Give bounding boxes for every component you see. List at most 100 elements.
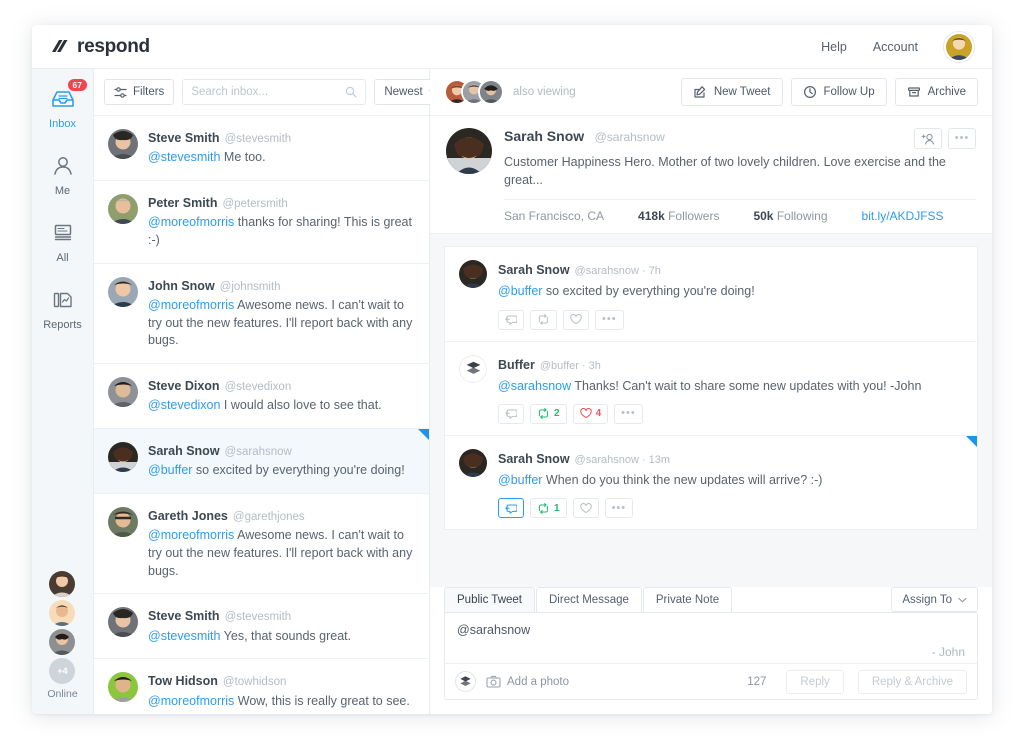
message-text: When do you think the new updates will a… bbox=[542, 473, 822, 487]
online-more-count[interactable]: +4 bbox=[49, 658, 75, 684]
composer-tab[interactable]: Private Note bbox=[643, 587, 732, 612]
online-avatar[interactable] bbox=[49, 629, 75, 655]
profile-link[interactable]: bit.ly/AKDJFSS bbox=[862, 209, 944, 223]
thread-text: I would also love to see that. bbox=[220, 398, 381, 412]
thread-author-handle: @stevesmith bbox=[225, 611, 292, 623]
profile-stats: San Francisco, CA 418k Followers 50k Fol… bbox=[504, 199, 976, 223]
message: Buffer@buffer · 3h@sarahsnow Thanks! Can… bbox=[445, 341, 977, 435]
follow-up-button[interactable]: Follow Up bbox=[791, 78, 887, 106]
message-avatar bbox=[459, 449, 487, 477]
thread-list-item[interactable]: Steve Smith@stevesmith@stevesmith Yes, t… bbox=[94, 594, 429, 659]
profile-bio: Customer Happiness Hero. Mother of two l… bbox=[504, 153, 976, 189]
composer-tab[interactable]: Public Tweet bbox=[444, 587, 535, 612]
sidebar-item-inbox[interactable]: 67 Inbox bbox=[32, 85, 93, 130]
reply-icon-button[interactable] bbox=[498, 498, 524, 518]
thread-list-item[interactable]: Tow Hidson@towhidson@moreofmorris Wow, t… bbox=[94, 659, 429, 714]
buffer-icon-button[interactable] bbox=[455, 671, 476, 692]
online-avatar[interactable] bbox=[49, 600, 75, 626]
reply-archive-button[interactable]: Reply & Archive bbox=[858, 670, 967, 694]
thread-avatar bbox=[108, 377, 138, 407]
reply-icon-button[interactable] bbox=[498, 404, 524, 424]
thread-body: Steve Smith@stevesmith@stevesmith Me too… bbox=[148, 128, 415, 167]
follow-up-label: Follow Up bbox=[824, 86, 875, 98]
retweet-button[interactable]: 1 bbox=[530, 498, 567, 518]
thread-author-handle: @garethjones bbox=[233, 511, 305, 523]
thread-mention[interactable]: @moreofmorris bbox=[148, 528, 234, 542]
thread-list-item[interactable]: Steve Smith@stevesmith@stevesmith Me too… bbox=[94, 116, 429, 181]
message-actions: ••• bbox=[498, 310, 963, 330]
message-meta: @sarahsnow · 7h bbox=[575, 265, 661, 277]
account-link[interactable]: Account bbox=[873, 40, 918, 54]
thread-author-name: Gareth Jones bbox=[148, 509, 228, 523]
composer-tabs[interactable]: Public TweetDirect MessagePrivate Note As… bbox=[444, 587, 978, 612]
search-input[interactable] bbox=[191, 86, 345, 98]
sidebar-item-reports[interactable]: Reports bbox=[32, 286, 93, 331]
composer-tab[interactable]: Direct Message bbox=[536, 587, 642, 612]
thread-author-handle: @johnsmith bbox=[220, 281, 281, 293]
thread-avatar bbox=[108, 507, 138, 537]
composer-value: @sarahsnow bbox=[457, 623, 965, 637]
thread-list-item[interactable]: John Snow@johnsmith@moreofmorris Awesome… bbox=[94, 264, 429, 364]
like-button[interactable] bbox=[563, 310, 589, 330]
sidebar-item-all[interactable]: All bbox=[32, 219, 93, 264]
following-count: 50k bbox=[753, 209, 773, 223]
thread-mention[interactable]: @stevesmith bbox=[148, 629, 220, 643]
thread-list-item[interactable]: Gareth Jones @garethjones @moreofmorris Aw… bbox=[94, 494, 429, 594]
thread-text: Yes, that sounds great. bbox=[220, 629, 351, 643]
thread-preview: @moreofmorris Awesome news. I can't wait… bbox=[148, 527, 415, 580]
add-person-button[interactable] bbox=[914, 128, 942, 149]
message-mention[interactable]: @buffer bbox=[498, 473, 542, 487]
heart-icon bbox=[580, 503, 592, 514]
messages-area: Sarah Snow@sarahsnow · 7h@buffer so exci… bbox=[430, 234, 992, 587]
thread-mention[interactable]: @moreofmorris bbox=[148, 298, 234, 312]
message-mention[interactable]: @sarahsnow bbox=[498, 379, 571, 393]
message-more-button[interactable]: ••• bbox=[595, 310, 624, 330]
message-mention[interactable]: @buffer bbox=[498, 284, 542, 298]
help-link[interactable]: Help bbox=[821, 40, 847, 54]
reply-icon-button[interactable] bbox=[498, 310, 524, 330]
message-more-button[interactable]: ••• bbox=[614, 404, 643, 424]
retweet-button[interactable]: 2 bbox=[530, 404, 567, 424]
thread-avatar bbox=[108, 442, 138, 472]
filters-button[interactable]: Filters bbox=[104, 79, 174, 105]
heart-icon bbox=[570, 314, 582, 325]
thread-mention[interactable]: @moreofmorris bbox=[148, 694, 234, 708]
messages-card: Sarah Snow@sarahsnow · 7h@buffer so exci… bbox=[444, 246, 978, 530]
thread-body: Peter Smith@petersmith@moreofmorris than… bbox=[148, 193, 415, 250]
thread-mention[interactable]: @moreofmorris bbox=[148, 215, 234, 229]
profile-name-row: Sarah Snow @sarahsnow bbox=[504, 128, 976, 149]
add-photo-button[interactable]: Add a photo bbox=[486, 675, 569, 688]
thread-mention[interactable]: @stevedixon bbox=[148, 398, 220, 412]
message-more-button[interactable]: ••• bbox=[605, 498, 634, 518]
like-button[interactable] bbox=[573, 498, 599, 518]
online-label: Online bbox=[47, 688, 77, 700]
sidebar-item-me[interactable]: Me bbox=[32, 152, 93, 197]
avatar[interactable] bbox=[944, 32, 974, 62]
online-avatar[interactable] bbox=[49, 571, 75, 597]
thread-list-item[interactable]: Sarah Snow@sarahsnow@buffer so excited b… bbox=[94, 429, 429, 494]
like-button[interactable]: 4 bbox=[573, 404, 609, 424]
message-author-name: Buffer bbox=[498, 358, 535, 372]
thread-list-item[interactable]: Steve Dixon@stevedixon@stevedixon I woul… bbox=[94, 364, 429, 429]
retweet-button[interactable] bbox=[530, 310, 557, 330]
thread-mention[interactable]: @stevesmith bbox=[148, 150, 220, 164]
cards-icon-wrap bbox=[51, 219, 75, 247]
thread-author-name: Steve Dixon bbox=[148, 379, 220, 393]
composer-textarea[interactable]: @sarahsnow - John bbox=[445, 613, 977, 663]
profile-more-button[interactable]: ••• bbox=[948, 128, 976, 149]
sidebar-item-label-inbox: Inbox bbox=[49, 118, 76, 130]
assign-to-dropdown[interactable]: Assign To bbox=[891, 587, 978, 612]
reply-button[interactable]: Reply bbox=[786, 670, 843, 694]
inbox-icon-wrap: 67 bbox=[50, 85, 76, 113]
viewer-avatar bbox=[478, 79, 504, 105]
thread-body: Steve Dixon@stevedixon@stevedixon I woul… bbox=[148, 376, 415, 415]
cards-icon bbox=[51, 222, 75, 244]
thread-list-item[interactable]: Peter Smith@petersmith@moreofmorris than… bbox=[94, 181, 429, 264]
app-logo[interactable]: respond bbox=[48, 36, 150, 58]
thread-mention[interactable]: @buffer bbox=[148, 463, 192, 477]
thread-author-handle: @sarahsnow bbox=[225, 446, 292, 458]
new-tweet-button[interactable]: New Tweet bbox=[681, 78, 783, 106]
thread-list[interactable]: Steve Smith@stevesmith@stevesmith Me too… bbox=[94, 116, 429, 714]
search-box[interactable] bbox=[182, 79, 366, 105]
archive-button[interactable]: Archive bbox=[895, 78, 978, 106]
